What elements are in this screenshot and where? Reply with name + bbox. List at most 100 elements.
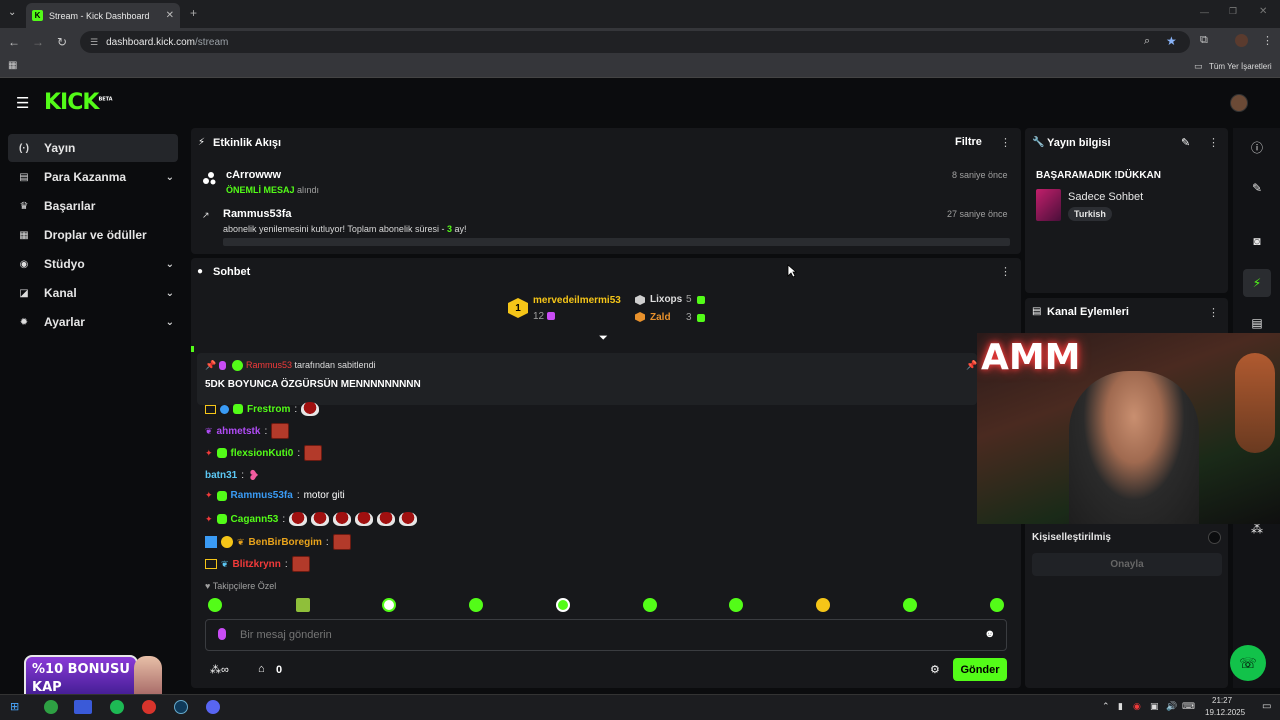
spotify-icon[interactable] <box>110 700 124 714</box>
emote-icon[interactable] <box>643 598 657 612</box>
extensions-icon[interactable]: ⧉ <box>1200 34 1208 47</box>
store-icon[interactable]: ⌂ <box>258 663 265 675</box>
send-button[interactable]: Gönder <box>953 658 1007 681</box>
pencil-icon[interactable]: ✎ <box>1248 181 1266 199</box>
back-icon[interactable]: ← <box>2 35 26 49</box>
chat-message: ❦ ahmetstk: <box>205 423 290 439</box>
filter-button[interactable]: Filtre <box>955 136 982 148</box>
chat-username[interactable]: batn31 <box>205 470 237 481</box>
window-close-icon[interactable]: ✕ <box>1259 6 1267 17</box>
chat-settings-icon[interactable]: ⚙ <box>930 663 940 676</box>
emote-icon[interactable] <box>816 598 830 612</box>
sidebar-item-basarilar[interactable]: ♛ Başarılar <box>8 192 178 220</box>
all-bookmarks-link[interactable]: Tüm Yer İşaretleri <box>1209 62 1272 71</box>
chat-message: batn31: ❥ <box>205 467 260 483</box>
event-placeholder <box>223 238 1010 246</box>
badge-icon <box>233 404 243 414</box>
browser-menu-icon[interactable]: ⋮ <box>1262 34 1273 47</box>
chat-username[interactable]: Cagann53 <box>231 514 279 525</box>
tray-record-icon[interactable]: ◉ <box>1133 701 1141 712</box>
chat-username[interactable]: Frestrom <box>247 404 290 415</box>
chrome-icon[interactable] <box>44 700 58 714</box>
stream-info-more-icon[interactable]: ⋮ <box>1208 136 1219 149</box>
approve-button[interactable]: Onayla <box>1032 553 1222 576</box>
emote-icon[interactable] <box>296 598 310 612</box>
tray-chevron-icon[interactable]: ⌃ <box>1102 701 1110 712</box>
points-count: 0 <box>276 664 283 676</box>
notes-icon[interactable]: ▤ <box>1248 316 1266 334</box>
sidebar-item-yayin[interactable]: (·) Yayın <box>8 134 178 162</box>
sidebar-item-studyo[interactable]: ◉ Stüdyo ⌄ <box>8 250 178 278</box>
profile-avatar-icon[interactable] <box>1235 34 1248 47</box>
sidebar-item-droplar[interactable]: ▦ Droplar ve ödüller <box>8 221 178 249</box>
microphone-icon[interactable] <box>218 628 226 640</box>
reload-icon[interactable]: ↻ <box>50 35 74 49</box>
tab-search-icon[interactable]: ⌄ <box>8 7 16 18</box>
event-user[interactable]: Rammus53fa <box>223 208 291 220</box>
sidebar-item-ayarlar[interactable]: ✹ Ayarlar ⌄ <box>8 308 178 336</box>
collapse-icon[interactable]: ⏷ <box>599 332 608 345</box>
chat-username[interactable]: flexsionKuti0 <box>231 448 294 459</box>
channel-actions-more-icon[interactable]: ⋮ <box>1208 306 1219 319</box>
bookmark-star-icon[interactable]: ★ <box>1166 34 1177 48</box>
obs-icon[interactable] <box>174 700 188 714</box>
minimize-icon[interactable]: — <box>1200 7 1209 17</box>
bonus-line1: %10 BONUSU <box>32 662 130 677</box>
discord-icon[interactable] <box>206 700 220 714</box>
emoji-icon[interactable]: ☻ <box>984 628 996 640</box>
leader-name[interactable]: mervedeilmermi53 <box>533 295 621 306</box>
camera-icon[interactable]: ◙ <box>1248 234 1266 252</box>
app-icon[interactable] <box>142 700 156 714</box>
hamburger-menu-icon[interactable]: ☰ <box>16 94 29 112</box>
app-icon[interactable] <box>74 700 92 714</box>
new-tab-icon[interactable]: + <box>190 6 197 20</box>
tray-volume-icon[interactable]: 🔊 <box>1166 701 1177 712</box>
browser-tab[interactable]: K Stream - Kick Dashboard ✕ <box>26 3 180 28</box>
site-info-icon[interactable]: ☰ <box>90 37 98 48</box>
tray-mic-icon[interactable]: ▮ <box>1118 701 1123 712</box>
leader-value: 3 <box>686 312 692 323</box>
emote-icon[interactable] <box>556 598 570 612</box>
edit-icon[interactable]: ✎ <box>1181 136 1190 149</box>
emote-icon[interactable] <box>903 598 917 612</box>
chat-username[interactable]: ahmetstk <box>217 426 261 437</box>
tab-close-icon[interactable]: ✕ <box>166 10 174 21</box>
user-avatar[interactable] <box>1230 94 1248 112</box>
chat-more-icon[interactable]: ⋮ <box>1000 265 1011 278</box>
maximize-icon[interactable]: ❐ <box>1229 6 1237 17</box>
forward-icon[interactable]: → <box>26 35 50 49</box>
sidebar-item-para-kazanma[interactable]: ▤ Para Kazanma ⌄ <box>8 163 178 191</box>
activity-more-icon[interactable]: ⋮ <box>1000 136 1011 149</box>
chat-input[interactable] <box>240 625 960 645</box>
points-icon[interactable]: ⁂∞ <box>210 663 229 676</box>
kick-logo[interactable]: KICKBETA <box>44 90 113 115</box>
apps-grid-icon[interactable]: ▦ <box>8 60 17 71</box>
windows-start-icon[interactable]: ⊞ <box>10 700 19 713</box>
quick-actions-icon[interactable]: ⚡ <box>1243 269 1271 297</box>
chat-username[interactable]: Rammus53fa <box>231 490 293 501</box>
unpin-icon[interactable]: 📌 <box>966 360 977 371</box>
emote-icon[interactable] <box>729 598 743 612</box>
category-thumbnail[interactable] <box>1036 189 1061 221</box>
event-user[interactable]: cArrowww <box>226 169 281 181</box>
channel-actions-title: Kanal Eylemleri <box>1047 306 1129 318</box>
url-input[interactable]: ☰ dashboard.kick.com/stream <box>80 31 1190 53</box>
tray-network-icon[interactable]: ▣ <box>1150 701 1159 712</box>
custom-toggle[interactable] <box>1208 531 1221 544</box>
tray-keyboard-icon[interactable]: ⌨ <box>1182 701 1195 712</box>
emote-icon[interactable] <box>990 598 1004 612</box>
notifications-icon[interactable]: ▭ <box>1262 701 1271 712</box>
info-icon[interactable]: ⓘ <box>1248 139 1266 157</box>
emote-icon[interactable] <box>382 598 396 612</box>
leader-name[interactable]: Lixops <box>650 294 682 305</box>
emote-icon[interactable] <box>208 598 222 612</box>
support-chat-icon[interactable]: ☏ <box>1230 645 1266 681</box>
users-icon[interactable]: ⁂ <box>1248 522 1266 540</box>
leader-name[interactable]: Zald <box>650 312 671 323</box>
chat-username[interactable]: Blitzkrynn <box>233 559 281 570</box>
emote-icon[interactable] <box>469 598 483 612</box>
zoom-icon[interactable]: ⌕ <box>1144 35 1150 48</box>
category-name[interactable]: Sadece Sohbet <box>1068 191 1143 203</box>
sidebar-item-kanal[interactable]: ◪ Kanal ⌄ <box>8 279 178 307</box>
chat-username[interactable]: BenBirBoregim <box>249 537 322 548</box>
